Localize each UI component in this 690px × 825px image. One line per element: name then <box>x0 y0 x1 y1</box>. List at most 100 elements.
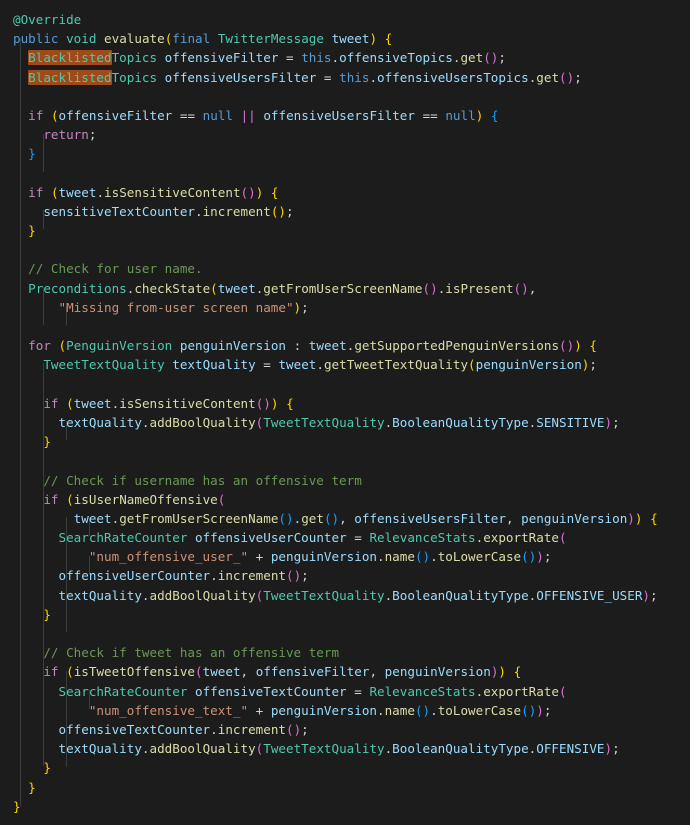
paren: ) <box>536 549 544 565</box>
search-highlight: Blacklisted <box>28 69 112 85</box>
brace: } <box>13 798 21 814</box>
code-line[interactable]: // Check if username has an offensive te… <box>0 471 690 490</box>
code-line[interactable]: SearchRateCounter offensiveTextCounter =… <box>0 682 690 701</box>
paren: () <box>422 280 438 296</box>
code-line-blank[interactable] <box>0 87 690 106</box>
code-line[interactable]: textQuality.addBoolQuality(TweetTextQual… <box>0 586 690 605</box>
code-line[interactable]: offensiveUserCounter.increment(); <box>0 566 690 585</box>
method-name: name <box>384 549 415 565</box>
paren: ) <box>369 31 378 47</box>
code-line[interactable]: public void evaluate(final TwitterMessag… <box>0 29 690 48</box>
code-line[interactable]: // Check if tweet has an offensive term <box>0 643 690 662</box>
semicolon: ; <box>574 69 582 85</box>
code-line[interactable]: sensitiveTextCounter.increment(); <box>0 202 690 221</box>
dot: . <box>331 50 340 66</box>
enum-offensive-user: OFFENSIVE_USER <box>536 587 643 603</box>
paren: () <box>278 510 294 526</box>
var-tweet: tweet <box>202 664 241 680</box>
semicolon: ; <box>543 702 552 718</box>
code-line[interactable]: tweet.getFromUserScreenName().get(), off… <box>0 509 690 528</box>
paren: ) <box>627 510 635 526</box>
code-line[interactable]: } <box>0 605 690 624</box>
comment-check-tweet-offensive: // Check if tweet has an offensive term <box>43 645 340 661</box>
code-line[interactable]: return; <box>0 125 690 144</box>
code-line[interactable]: textQuality.addBoolQuality(TweetTextQual… <box>0 413 690 432</box>
paren: ( <box>559 530 567 546</box>
code-line[interactable]: if (tweet.isSensitiveContent()) { <box>0 183 690 202</box>
code-line[interactable]: offensiveTextCounter.increment(); <box>0 720 690 739</box>
paren: () <box>483 50 499 66</box>
paren: ) <box>293 299 302 315</box>
code-line[interactable]: "Missing from-user screen name"); <box>0 298 690 317</box>
code-line-blank[interactable] <box>0 624 690 643</box>
paren: ) <box>604 741 613 757</box>
paren: ( <box>210 280 218 296</box>
code-content[interactable]: @Override public void evaluate(final Twi… <box>0 10 690 816</box>
kw-if: if <box>28 184 44 200</box>
code-line[interactable]: "num_offensive_user_" + penguinVersion.n… <box>0 547 690 566</box>
code-line-blank[interactable] <box>0 451 690 470</box>
code-line[interactable]: @Override <box>0 10 690 29</box>
method-addboolquality: addBoolQuality <box>149 741 256 757</box>
kw-null: null <box>202 107 233 123</box>
code-line[interactable]: "num_offensive_text_" + penguinVersion.n… <box>0 701 690 720</box>
code-line[interactable]: textQuality.addBoolQuality(TweetTextQual… <box>0 739 690 758</box>
dot: . <box>430 549 438 565</box>
type-tweettextquality: TweetTextQuality <box>263 414 385 430</box>
type-tweettextquality: TweetTextQuality <box>263 741 385 757</box>
code-line[interactable]: if (isTweetOffensive(tweet, offensiveFil… <box>0 662 690 681</box>
brace: } <box>28 779 36 795</box>
var-offensivefilter: offensiveFilter <box>255 664 370 680</box>
kw-if: if <box>43 491 59 507</box>
param-tweet: tweet <box>331 31 370 47</box>
string-num-offensive-text: "num_offensive_text_" <box>88 702 249 718</box>
code-line-blank[interactable] <box>0 240 690 259</box>
brace: { <box>384 31 393 47</box>
method-tolowercase: toLowerCase <box>437 702 522 718</box>
method-checkstate: checkState <box>134 280 211 296</box>
code-line[interactable]: for (PenguinVersion penguinVersion : twe… <box>0 336 690 355</box>
var-sensitivetextcounter: sensitiveTextCounter <box>43 203 195 219</box>
method-getsupportedpenguinversions: getSupportedPenguinVersions <box>354 338 560 354</box>
code-editor[interactable]: @Override public void evaluate(final Twi… <box>0 0 690 825</box>
method-get: get <box>301 510 324 526</box>
code-line[interactable]: TweetTextQuality textQuality = tweet.get… <box>0 355 690 374</box>
paren: () <box>521 702 537 718</box>
kw-public: public <box>13 31 59 47</box>
code-line[interactable]: if (tweet.isSensitiveContent()) { <box>0 394 690 413</box>
comment-check-user-name: // Check for user name. <box>28 261 203 277</box>
method-getfromuserscreenname: getFromUserScreenName <box>263 280 423 296</box>
code-line[interactable]: if (isUserNameOffensive( <box>0 490 690 509</box>
var-penguinversion: penguinVersion <box>475 357 582 373</box>
method-isusernameoffensive: isUserNameOffensive <box>73 491 218 507</box>
type-penguinversion: PenguinVersion <box>66 338 173 354</box>
code-line-blank[interactable] <box>0 164 690 183</box>
kw-if: if <box>43 664 59 680</box>
code-line[interactable]: // Check for user name. <box>0 259 690 278</box>
code-line[interactable]: } <box>0 778 690 797</box>
code-line[interactable]: BlacklistedTopics offensiveFilter = this… <box>0 48 690 67</box>
code-line[interactable]: } <box>0 797 690 816</box>
var-offensiveusersfilter: offensiveUsersFilter <box>354 510 506 526</box>
brace: { <box>270 184 279 200</box>
var-offensivefilter: offensiveFilter <box>164 50 279 66</box>
semicolon: ; <box>301 568 309 584</box>
var-offensivetextcounter: offensiveTextCounter <box>195 683 347 699</box>
code-line[interactable]: if (offensiveFilter == null || offensive… <box>0 106 690 125</box>
code-line[interactable]: } <box>0 221 690 240</box>
code-line-blank[interactable] <box>0 375 690 394</box>
code-line[interactable]: Preconditions.checkState(tweet.getFromUs… <box>0 279 690 298</box>
operator: == <box>179 107 196 123</box>
brace: { <box>650 510 658 526</box>
code-line[interactable]: } <box>0 758 690 777</box>
semicolon: ; <box>543 549 552 565</box>
code-line[interactable]: SearchRateCounter offensiveUserCounter =… <box>0 528 690 547</box>
code-line[interactable]: } <box>0 144 690 163</box>
comma: , <box>505 510 514 526</box>
type-blacklistedtopics: BlacklistedTopics <box>28 69 158 85</box>
brace: { <box>490 107 499 123</box>
paren: () <box>414 702 431 718</box>
code-line[interactable]: BlacklistedTopics offensiveUsersFilter =… <box>0 68 690 87</box>
code-line-blank[interactable] <box>0 317 690 336</box>
code-line[interactable]: } <box>0 432 690 451</box>
